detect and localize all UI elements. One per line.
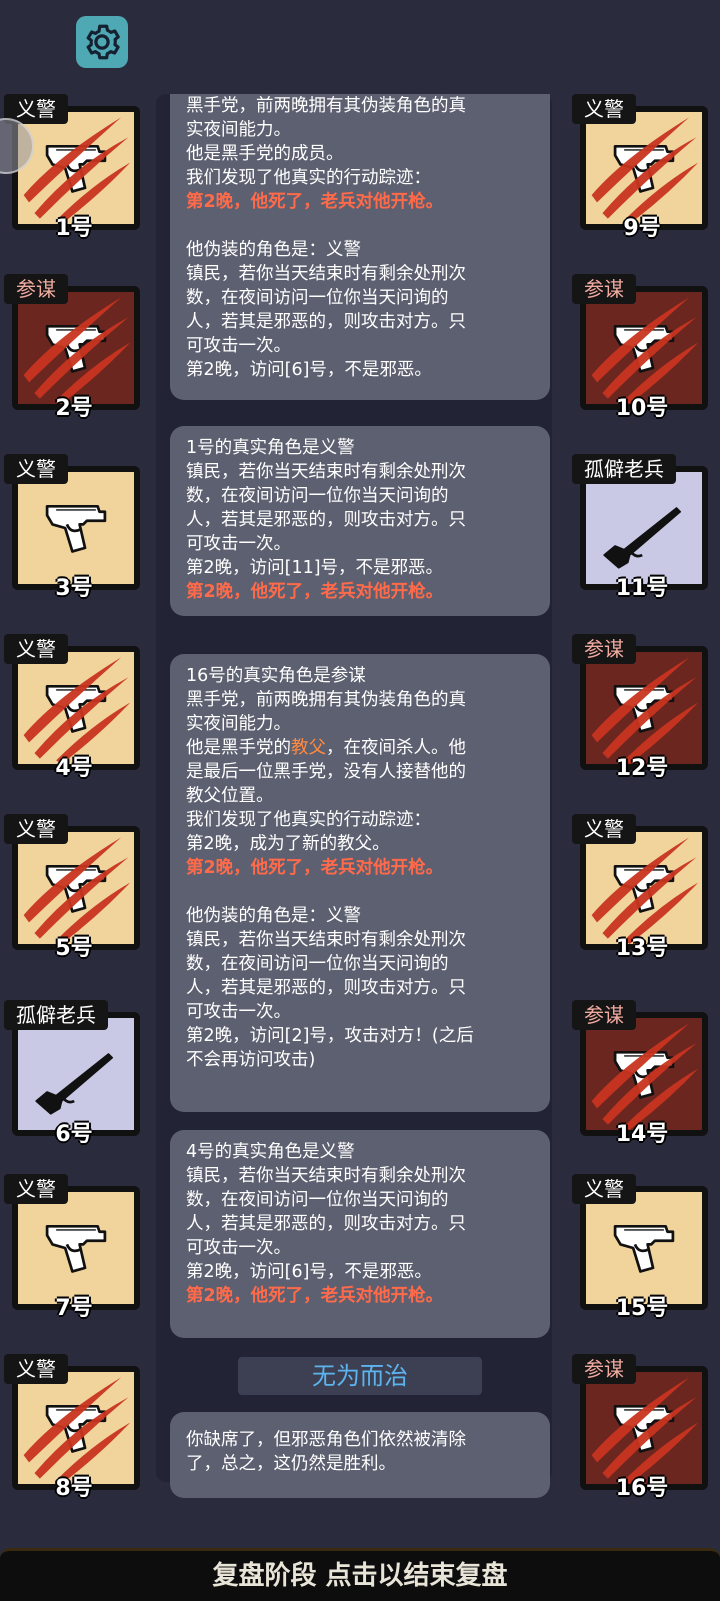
role-art: [586, 1192, 702, 1304]
role-art: [586, 292, 702, 404]
pistol-icon: [45, 504, 107, 553]
role-label: 义警: [572, 1174, 636, 1204]
role-label: 义警: [4, 1174, 68, 1204]
player-card[interactable]: 义警 3号: [4, 454, 144, 601]
player-number: 5号: [55, 936, 93, 961]
player-number: 14号: [615, 1122, 669, 1147]
player-card[interactable]: 义警 4号: [4, 634, 144, 781]
player-number: 12号: [615, 756, 669, 781]
player-card[interactable]: 参谋 10号: [572, 274, 712, 421]
player-number: 3号: [55, 576, 93, 601]
player-card[interactable]: 孤僻老兵 11号: [572, 454, 712, 601]
role-art: [586, 652, 702, 764]
role-art: [18, 832, 134, 944]
godfather-highlight: 教父: [291, 738, 326, 758]
player-card[interactable]: 参谋 14号: [572, 1000, 712, 1147]
gear-icon: [86, 24, 120, 60]
player-number: 10号: [615, 396, 669, 421]
log-message: 16号的真实角色是参谋 黑手党，前两晚拥有其伪装角色的真 实夜间能力。 他是黑手…: [170, 654, 550, 1112]
role-label: 义警: [4, 634, 68, 664]
player-card[interactable]: 孤僻老兵 6号: [4, 1000, 144, 1147]
settings-button[interactable]: [76, 16, 128, 68]
player-number: 16号: [615, 1476, 669, 1501]
role-label: 义警: [4, 454, 68, 484]
death-line: 第2晚，他死了，老兵对他开枪。: [186, 1286, 444, 1306]
player-card[interactable]: 参谋 16号: [572, 1354, 712, 1501]
player-number: 1号: [55, 216, 93, 241]
rifle-icon: [35, 1053, 114, 1115]
log-message: 1号的真实角色是义警 镇民，若你当天结束时有剩余处刑次 数，在夜间访问一位你当天…: [170, 426, 550, 616]
player-card[interactable]: 义警 13号: [572, 814, 712, 961]
role-label: 参谋: [4, 274, 68, 304]
player-card[interactable]: 参谋 2号: [4, 274, 144, 421]
role-label: 参谋: [572, 1000, 636, 1030]
role-art: [586, 1372, 702, 1484]
player-number: 2号: [55, 396, 93, 421]
player-number: 9号: [623, 216, 661, 241]
role-label: 义警: [572, 94, 636, 124]
role-art: [586, 472, 702, 584]
role-art: [18, 112, 134, 224]
result-message: 你缺席了，但邪恶角色们依然被清除 了，总之，这仍然是胜利。: [170, 1412, 550, 1498]
role-art: [18, 1372, 134, 1484]
rifle-icon: [603, 507, 682, 569]
player-card[interactable]: 义警 15号: [572, 1174, 712, 1321]
role-label: 义警: [572, 814, 636, 844]
player-number: 11号: [615, 576, 669, 601]
role-label: 孤僻老兵: [4, 1000, 108, 1030]
player-number: 13号: [615, 936, 669, 961]
role-label: 孤僻老兵: [572, 454, 676, 484]
pistol-icon: [45, 1224, 107, 1273]
role-art: [18, 292, 134, 404]
role-label: 参谋: [572, 1354, 636, 1384]
player-number: 7号: [55, 1296, 93, 1321]
role-art: [586, 832, 702, 944]
end-review-button[interactable]: 复盘阶段 点击以结束复盘: [0, 1548, 720, 1601]
log-message: 黑手党，前两晚拥有其伪装角色的真 实夜间能力。 他是黑手党的成员。 我们发现了他…: [170, 94, 550, 400]
pistol-icon: [613, 1224, 675, 1273]
player-number: 15号: [615, 1296, 669, 1321]
player-number: 4号: [55, 756, 93, 781]
role-art: [18, 472, 134, 584]
death-line: 第2晚，他死了，老兵对他开枪。: [186, 192, 444, 212]
role-label: 参谋: [572, 634, 636, 664]
role-label: 参谋: [572, 274, 636, 304]
player-card[interactable]: 义警 8号: [4, 1354, 144, 1501]
player-card[interactable]: 义警 7号: [4, 1174, 144, 1321]
role-art: [18, 1018, 134, 1130]
death-line: 第2晚，他死了，老兵对他开枪。: [186, 858, 444, 878]
player-card[interactable]: 义警 9号: [572, 94, 712, 241]
role-art: [586, 1018, 702, 1130]
player-card[interactable]: 参谋 12号: [572, 634, 712, 781]
role-art: [18, 1192, 134, 1304]
death-line: 第2晚，他死了，老兵对他开枪。: [186, 582, 444, 602]
role-label: 义警: [4, 814, 68, 844]
player-number: 6号: [55, 1122, 93, 1147]
player-card[interactable]: 义警 5号: [4, 814, 144, 961]
player-number: 8号: [55, 1476, 93, 1501]
role-label: 义警: [4, 1354, 68, 1384]
role-art: [18, 652, 134, 764]
result-title: 无为而治: [238, 1357, 482, 1395]
log-message: 4号的真实角色是义警 镇民，若你当天结束时有剩余处刑次 数，在夜间访问一位你当天…: [170, 1130, 550, 1338]
role-art: [586, 112, 702, 224]
